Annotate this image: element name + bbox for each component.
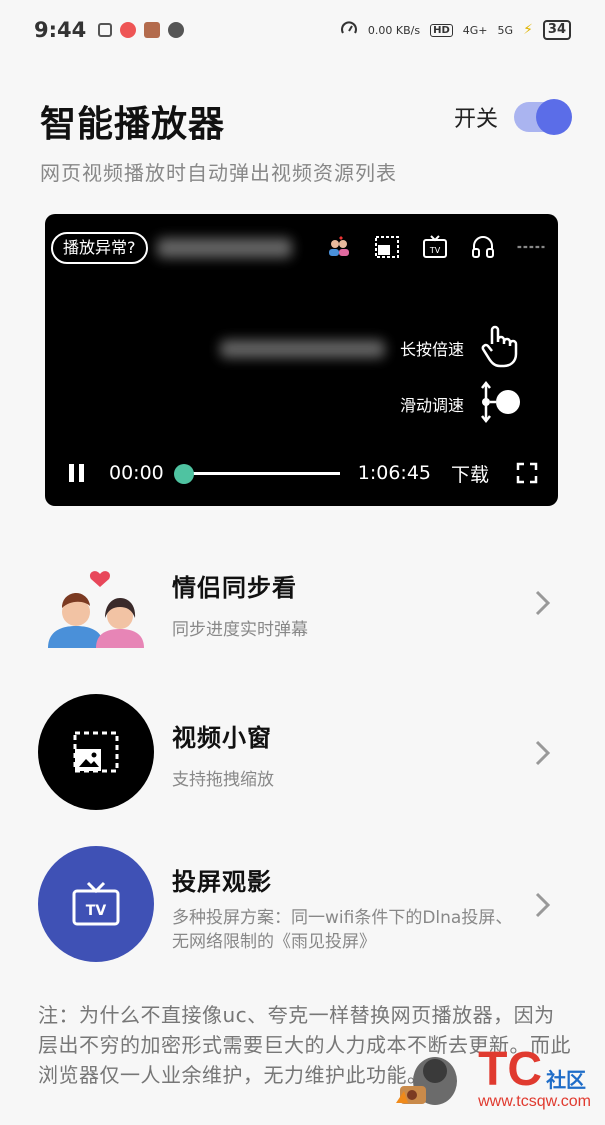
couple-watch-icon[interactable] bbox=[324, 232, 354, 262]
app-notification-icon bbox=[120, 22, 137, 38]
player-controls: 00:00 1:06:45 下载 bbox=[45, 458, 558, 488]
watermark-url: www.tcsqw.com bbox=[478, 1093, 591, 1110]
feature-title: 投屏观影 bbox=[172, 868, 272, 896]
message-notification-icon bbox=[168, 22, 185, 38]
feature-desc: 多种投屏方案：同一wifi条件下的Dlna投屏、无网络限制的《雨见投屏》 bbox=[172, 908, 513, 952]
toggle-knob bbox=[536, 99, 572, 135]
fullscreen-icon[interactable] bbox=[516, 462, 538, 484]
swipe-speed-icon bbox=[478, 380, 522, 428]
swipe-label: 滑动调速 bbox=[399, 396, 464, 415]
blurred-center-text bbox=[220, 340, 385, 358]
feature-item-cast[interactable]: TV 投屏观影 多种投屏方案：同一wifi条件下的Dlna投屏、无网络限制的《雨… bbox=[0, 830, 605, 970]
speed-icon bbox=[340, 20, 358, 41]
watermark-logo: TC bbox=[478, 1043, 543, 1096]
switch-row: 开关 bbox=[453, 99, 572, 135]
hd-badge: HD bbox=[430, 23, 453, 37]
switch-label: 开关 bbox=[453, 107, 498, 132]
player-top-icons: TV bbox=[324, 232, 546, 262]
seek-thumb[interactable] bbox=[173, 463, 194, 484]
tv-cast-icon: TV bbox=[38, 846, 154, 962]
seek-bar[interactable] bbox=[173, 463, 340, 484]
mini-window-icon[interactable] bbox=[372, 232, 402, 262]
feature-title: 情侣同步看 bbox=[172, 574, 297, 602]
player-switch-toggle[interactable] bbox=[514, 99, 572, 135]
page-subtitle: 网页视频播放时自动弹出视频资源列表 bbox=[40, 161, 397, 185]
status-time: 9:44 bbox=[34, 18, 87, 42]
signal-4g: 4G+ bbox=[462, 23, 488, 37]
hand-tap-icon bbox=[478, 322, 522, 374]
charging-icon: ⚡ bbox=[523, 22, 533, 38]
more-icon[interactable] bbox=[516, 232, 546, 262]
page-header: 智能播放器 网页视频播放时自动弹出视频资源列表 开关 bbox=[40, 95, 572, 186]
status-bar: 9:44 0.00 KB/s HD 4G+ 5G ⚡ 34 bbox=[0, 0, 605, 60]
avatar-notification-icon bbox=[144, 22, 161, 38]
feature-title: 视频小窗 bbox=[172, 724, 272, 752]
feature-item-mini-window[interactable]: 视频小窗 支持拖拽缩放 bbox=[0, 680, 605, 820]
player-preview: 播放异常? TV 长按倍速 滑动调速 00:00 1:06:45 下载 bbox=[45, 214, 558, 506]
site-watermark: TC 社区 www.tcsqw.com bbox=[390, 1041, 591, 1111]
blurred-title bbox=[157, 238, 292, 258]
svg-text:TV: TV bbox=[86, 903, 107, 919]
mascot-logo bbox=[396, 1057, 458, 1105]
long-press-label: 长按倍速 bbox=[399, 340, 464, 359]
gesture-swipe: 滑动调速 bbox=[400, 380, 522, 428]
tv-cast-icon[interactable]: TV bbox=[420, 232, 450, 262]
app-notification-icon bbox=[98, 23, 113, 37]
status-right: 0.00 KB/s HD 4G+ 5G ⚡ 34 bbox=[340, 20, 571, 41]
chevron-right-icon bbox=[535, 740, 551, 766]
download-button[interactable]: 下载 bbox=[451, 460, 489, 487]
feature-item-couple-watch[interactable]: 情侣同步看 同步进度实时弹幕 bbox=[0, 530, 605, 670]
couple-icon bbox=[38, 548, 154, 664]
feature-desc: 同步进度实时弹幕 bbox=[172, 620, 308, 640]
mini-window-icon bbox=[38, 694, 154, 810]
current-time: 00:00 bbox=[109, 462, 164, 484]
pause-button[interactable] bbox=[65, 462, 87, 484]
chevron-right-icon bbox=[535, 892, 551, 918]
signal-5g: 5G bbox=[497, 23, 514, 37]
watermark-sub: 社区 bbox=[546, 1070, 587, 1092]
headphones-icon[interactable] bbox=[468, 232, 498, 262]
feature-desc: 支持拖拽缩放 bbox=[172, 770, 274, 790]
svg-text:TV: TV bbox=[429, 246, 441, 255]
battery-indicator: 34 bbox=[542, 20, 571, 40]
total-time: 1:06:45 bbox=[357, 462, 432, 484]
gesture-long-press: 长按倍速 bbox=[400, 322, 522, 374]
playback-error-button[interactable]: 播放异常? bbox=[51, 232, 148, 264]
notification-icons bbox=[98, 22, 185, 38]
net-speed: 0.00 KB/s bbox=[367, 23, 421, 37]
chevron-right-icon bbox=[535, 590, 551, 616]
